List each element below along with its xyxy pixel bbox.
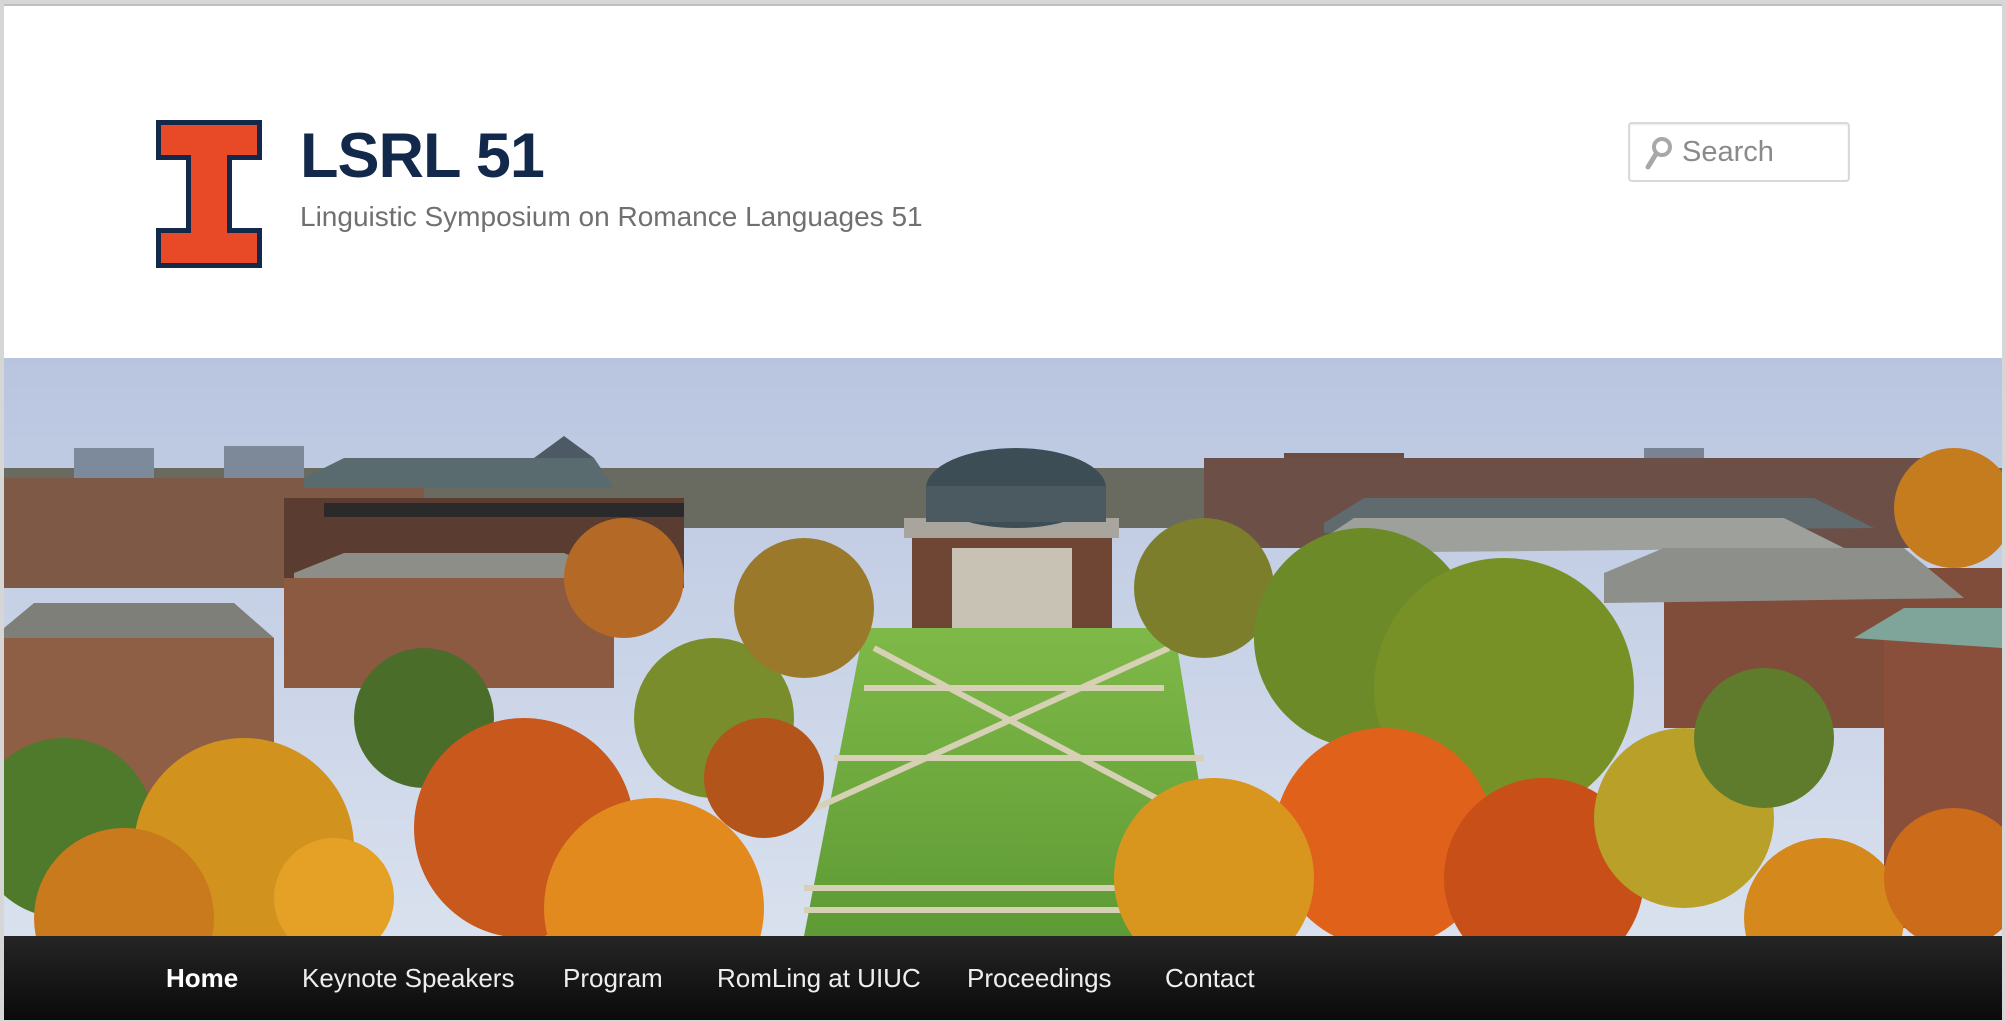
search-box[interactable]: [1628, 122, 1850, 182]
nav-link-contact[interactable]: Contact: [1165, 963, 1255, 993]
nav-item-keynote-speakers[interactable]: Keynote Speakers: [302, 936, 514, 1020]
campus-banner-image[interactable]: [4, 358, 2002, 936]
nav-link-home[interactable]: Home: [166, 963, 238, 993]
nav-link-program[interactable]: Program: [563, 963, 663, 993]
site-header: LSRL 51 Linguistic Symposium on Romance …: [4, 6, 2002, 358]
nav-link-romling-at-uiuc[interactable]: RomLing at UIUC: [717, 963, 921, 993]
site-title[interactable]: LSRL 51: [300, 120, 545, 192]
nav-menu: Home Keynote Speakers Program RomLing at…: [4, 936, 2002, 1020]
page: LSRL 51 Linguistic Symposium on Romance …: [4, 4, 2002, 1020]
nav-item-proceedings[interactable]: Proceedings: [967, 936, 1112, 1020]
nav-item-romling-at-uiuc[interactable]: RomLing at UIUC: [717, 936, 921, 1020]
search-icon: [1645, 137, 1672, 170]
nav-item-program[interactable]: Program: [563, 936, 663, 1020]
main-nav: Home Keynote Speakers Program RomLing at…: [4, 936, 2002, 1020]
site-description: Linguistic Symposium on Romance Language…: [300, 201, 923, 232]
nav-item-home[interactable]: Home: [166, 936, 238, 1020]
nav-link-keynote-speakers[interactable]: Keynote Speakers: [302, 963, 514, 993]
search-input[interactable]: [1682, 124, 1842, 180]
nav-item-contact[interactable]: Contact: [1165, 936, 1255, 1020]
block-i-logo[interactable]: [154, 118, 264, 270]
nav-link-proceedings[interactable]: Proceedings: [967, 963, 1112, 993]
